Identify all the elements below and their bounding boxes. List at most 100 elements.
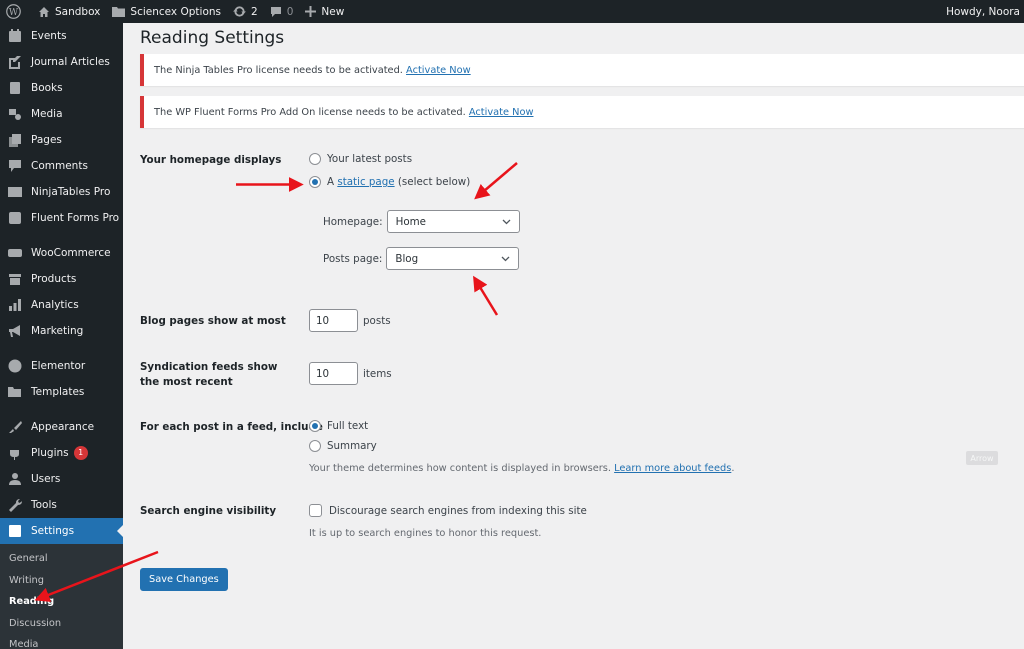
sidebar-item-label: WooCommerce <box>31 247 111 259</box>
admin-sidebar: Events Journal Articles Books Media Pages Com… <box>0 23 123 649</box>
edit-icon <box>8 55 22 69</box>
new-content-menu[interactable]: New <box>299 0 350 23</box>
sidebar-item-label: Templates <box>31 386 85 398</box>
syndication-unit: items <box>363 367 392 380</box>
static-page-option[interactable]: A static page (select below) <box>309 176 470 188</box>
sidebar-item-elementor[interactable]: Elementor <box>0 353 123 379</box>
latest-posts-radio[interactable] <box>309 153 321 165</box>
submenu-item-discussion[interactable]: Discussion <box>0 613 123 635</box>
wp-logo-menu[interactable]: W <box>0 0 32 23</box>
full-text-option[interactable]: Full text <box>309 420 368 432</box>
svg-text:W: W <box>9 8 19 18</box>
sidebar-item-label: Events <box>31 30 67 42</box>
sidebar-item-products[interactable]: Products <box>0 266 123 292</box>
static-suffix: (select below) <box>397 176 471 188</box>
submenu-item-writing[interactable]: Writing <box>0 570 123 592</box>
save-changes-button[interactable]: Save Changes <box>140 568 228 591</box>
wordpress-icon: W <box>6 4 21 19</box>
sidebar-item-pages[interactable]: Pages <box>0 127 123 153</box>
homepage-field: Homepage: Home <box>323 210 520 233</box>
static-page-link[interactable]: static page <box>337 176 394 188</box>
pages-icon <box>8 133 22 147</box>
updates-menu[interactable]: 2 <box>227 0 264 23</box>
summary-option[interactable]: Summary <box>309 440 377 452</box>
sidebar-item-label: Comments <box>31 160 88 172</box>
sidebar-item-books[interactable]: Books <box>0 75 123 101</box>
sidebar-item-comments[interactable]: Comments <box>0 153 123 179</box>
sidebar-item-label: Fluent Forms Pro <box>31 212 120 224</box>
blog-pages-label: Blog pages show at most <box>140 315 286 327</box>
site-name-menu[interactable]: Sandbox <box>32 0 106 23</box>
comments-count: 0 <box>286 5 294 18</box>
full-text-label: Full text <box>327 420 369 432</box>
submenu-item-general[interactable]: General <box>0 548 123 570</box>
sidebar-item-label: Pages <box>31 134 62 146</box>
comments-menu[interactable]: 0 <box>264 0 300 23</box>
sidebar-item-label: Settings <box>31 525 75 537</box>
posts-page-select[interactable]: Blog <box>386 247 520 270</box>
feed-include-label: For each post in a feed, include <box>140 421 323 433</box>
static-page-radio[interactable] <box>309 176 321 188</box>
feed-desc-text: Your theme determines how content is dis… <box>309 463 611 474</box>
sidebar-item-label: Marketing <box>31 325 84 337</box>
user-icon <box>8 472 22 486</box>
sidebar-item-marketing[interactable]: Marketing <box>0 318 123 344</box>
sciencex-options-menu[interactable]: Sciencex Options <box>106 0 227 23</box>
table-icon <box>8 185 22 199</box>
plus-icon <box>305 6 317 17</box>
settings-submenu: General Writing Reading Discussion Media <box>0 544 123 649</box>
sidebar-item-fluent-forms-pro[interactable]: Fluent Forms Pro <box>0 205 123 231</box>
activate-now-link[interactable]: Activate Now <box>406 65 471 76</box>
sidebar-item-media[interactable]: Media <box>0 101 123 127</box>
sidebar-item-settings[interactable]: Settings <box>0 518 123 544</box>
sidebar-item-appearance[interactable]: Appearance <box>0 414 123 440</box>
homepage-select[interactable]: Home <box>386 210 520 233</box>
sidebar-item-journal-articles[interactable]: Journal Articles <box>0 49 123 75</box>
sidebar-item-templates[interactable]: Templates <box>0 379 123 405</box>
summary-radio[interactable] <box>309 440 321 452</box>
updates-icon <box>233 5 246 18</box>
discourage-search-label: Discourage search engines from indexing … <box>329 504 587 517</box>
sidebar-item-label: Products <box>31 273 77 285</box>
chevron-down-icon <box>501 256 510 261</box>
activate-now-link[interactable]: Activate Now <box>469 107 534 118</box>
submenu-item-reading[interactable]: Reading <box>0 591 123 613</box>
folder-icon <box>112 6 126 17</box>
comment-icon <box>270 6 282 18</box>
sidebar-item-woocommerce[interactable]: WooCommerce <box>0 240 123 266</box>
discourage-search-option[interactable]: Discourage search engines from indexing … <box>309 504 587 517</box>
elementor-icon <box>8 359 22 373</box>
sidebar-item-plugins[interactable]: Plugins 1 <box>0 440 123 466</box>
posts-page-field: Posts page: Blog <box>323 247 520 270</box>
sidebar-item-label: Analytics <box>31 299 79 311</box>
sidebar-item-tools[interactable]: Tools <box>0 492 123 518</box>
learn-more-feeds-link[interactable]: Learn more about feeds <box>614 463 731 474</box>
blog-pages-input[interactable]: 10 <box>309 309 358 332</box>
syndication-input[interactable]: 10 <box>309 362 358 385</box>
notice-fluent-forms: The WP Fluent Forms Pro Add On license n… <box>140 96 1024 128</box>
notice-text: The Ninja Tables Pro license needs to be… <box>154 64 403 76</box>
latest-posts-option[interactable]: Your latest posts <box>309 153 412 165</box>
book-icon <box>8 81 22 95</box>
site-name: Sandbox <box>55 5 101 18</box>
sidebar-item-label: NinjaTables Pro <box>31 186 111 198</box>
syndication-label: Syndication feeds show the most recent <box>140 361 278 388</box>
paintbrush-icon <box>8 420 22 434</box>
full-text-radio[interactable] <box>309 420 321 432</box>
sidebar-item-label: Journal Articles <box>31 56 110 68</box>
posts-page-value: Blog <box>395 252 419 265</box>
discourage-search-checkbox[interactable] <box>309 504 322 517</box>
feed-description: Your theme determines how content is dis… <box>309 463 735 474</box>
wrench-icon <box>8 498 22 512</box>
comment-icon <box>8 159 22 173</box>
menu-separator <box>0 405 123 414</box>
folder-icon <box>8 385 22 399</box>
search-visibility-label: Search engine visibility <box>140 505 277 517</box>
sidebar-item-users[interactable]: Users <box>0 466 123 492</box>
sidebar-item-analytics[interactable]: Analytics <box>0 292 123 318</box>
sidebar-item-ninjatables-pro[interactable]: NinjaTables Pro <box>0 179 123 205</box>
settings-icon <box>8 524 22 538</box>
sidebar-item-events[interactable]: Events <box>0 23 123 49</box>
account-menu[interactable]: Howdy, Noora <box>940 0 1024 23</box>
submenu-item-media[interactable]: Media <box>0 634 123 649</box>
